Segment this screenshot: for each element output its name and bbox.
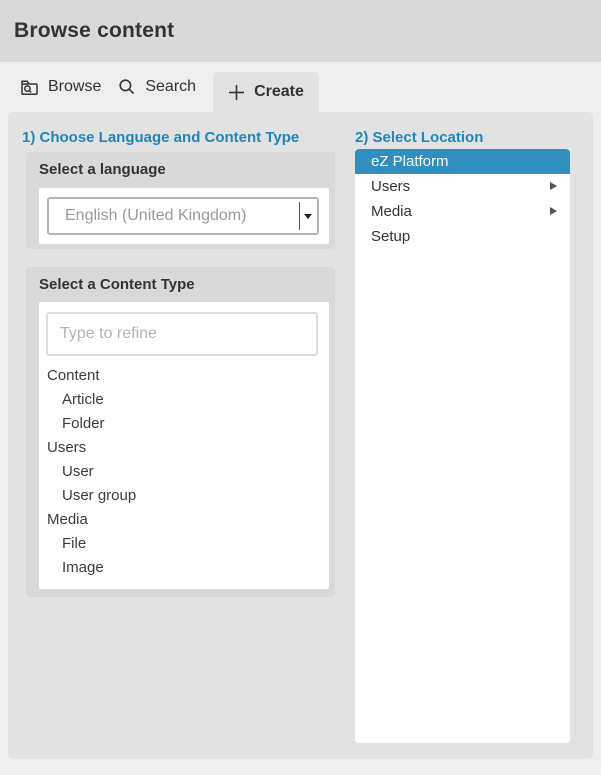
language-select-container: English (United Kingdom) (39, 188, 329, 244)
content-type-list-container: Content Article Folder Users User User g… (39, 302, 329, 589)
language-select[interactable]: English (United Kingdom) (47, 197, 319, 235)
tab-search[interactable]: Search (118, 62, 196, 112)
page-title: Browse content (0, 19, 174, 43)
content-type-list: Content Article Folder Users User User g… (39, 364, 329, 580)
expand-arrow-icon[interactable] (550, 207, 557, 215)
expand-arrow-icon[interactable] (550, 182, 557, 190)
content-type-group-users: Users (39, 436, 329, 460)
content-type-group-media: Media (39, 508, 329, 532)
tab-create[interactable]: Create (213, 72, 319, 112)
content-type-folder[interactable]: Folder (39, 412, 329, 436)
dialog-header: Browse content (0, 0, 601, 62)
create-tab-panel: 1) Choose Language and Content Type 2) S… (8, 112, 593, 759)
tab-bar: Browse Search Create (0, 62, 601, 112)
content-type-image[interactable]: Image (39, 556, 329, 580)
tab-browse-label: Browse (48, 78, 101, 96)
content-type-user[interactable]: User (39, 460, 329, 484)
browse-icon (20, 79, 39, 96)
location-setup[interactable]: Setup (355, 224, 570, 249)
location-label: Setup (371, 228, 410, 245)
plus-icon (228, 84, 245, 101)
content-type-section-title: Select a Content Type (26, 267, 335, 293)
language-section: Select a language English (United Kingdo… (26, 152, 335, 249)
location-label: Users (371, 178, 410, 195)
tab-search-label: Search (145, 78, 196, 96)
content-type-file[interactable]: File (39, 532, 329, 556)
content-type-user-group[interactable]: User group (39, 484, 329, 508)
content-type-group-content: Content (39, 364, 329, 388)
chevron-down-icon (304, 214, 312, 219)
content-type-article[interactable]: Article (39, 388, 329, 412)
location-ez-platform[interactable]: eZ Platform (355, 149, 570, 174)
tab-create-label: Create (254, 83, 304, 101)
tab-browse[interactable]: Browse (20, 62, 101, 112)
language-select-value: English (United Kingdom) (49, 207, 299, 225)
language-section-title: Select a language (26, 152, 335, 178)
select-dropdown-button[interactable] (299, 202, 316, 230)
location-tree: eZ Platform Users Media Setup (355, 149, 570, 743)
select-location-heading: 2) Select Location (355, 129, 483, 146)
content-type-filter-input[interactable] (46, 312, 318, 356)
location-label: eZ Platform (371, 153, 449, 170)
location-label: Media (371, 203, 412, 220)
content-type-section: Select a Content Type Content Article Fo… (26, 267, 335, 597)
location-users[interactable]: Users (355, 174, 570, 199)
choose-language-heading: 1) Choose Language and Content Type (22, 129, 299, 146)
search-icon (118, 78, 136, 96)
location-media[interactable]: Media (355, 199, 570, 224)
